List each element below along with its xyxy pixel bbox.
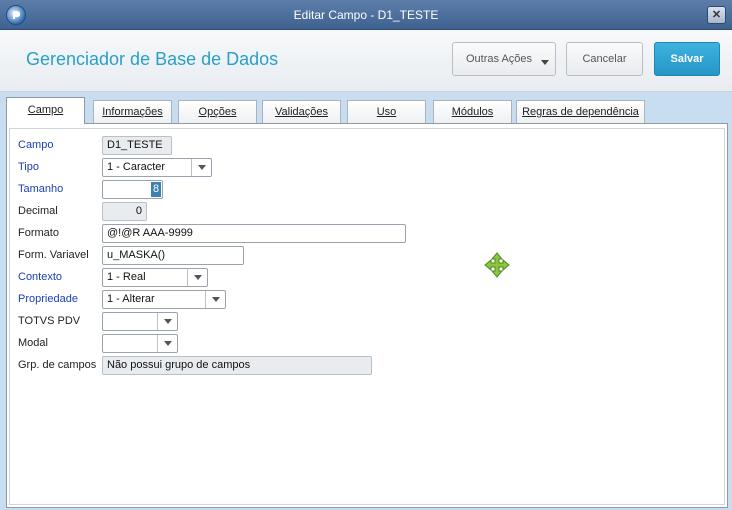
propriedade-select[interactable]: 1 - Alterar: [102, 290, 226, 309]
cancel-button[interactable]: Cancelar: [566, 42, 643, 76]
more-actions-button[interactable]: Outras Ações: [452, 42, 556, 76]
page-title: Gerenciador de Base de Dados: [26, 49, 279, 69]
move-cursor-icon: [484, 252, 510, 278]
tab-validacoes[interactable]: Validações: [262, 100, 341, 123]
form-area: Campo D1_TESTE Tipo 1 - Caracter Tamanho…: [9, 128, 725, 505]
chevron-down-icon: [541, 60, 549, 65]
form-variavel-input[interactable]: u_MASKA(): [102, 246, 244, 265]
tipo-value: 1 - Caracter: [107, 161, 166, 173]
propriedade-label: Propriedade: [18, 293, 78, 305]
modal-label: Modal: [18, 337, 48, 349]
close-icon[interactable]: ✕: [707, 6, 726, 24]
tamanho-value: 8: [151, 182, 161, 197]
window-title: Editar Campo - D1_TESTE: [293, 8, 439, 22]
tipo-label: Tipo: [18, 161, 39, 173]
campo-label: Campo: [18, 139, 54, 151]
campo-field: D1_TESTE: [102, 136, 172, 155]
contexto-value: 1 - Real: [107, 271, 146, 283]
formato-label: Formato: [18, 227, 59, 239]
chevron-down-icon[interactable]: [187, 269, 207, 286]
chevron-down-icon[interactable]: [157, 335, 177, 352]
modal-select[interactable]: [102, 334, 178, 353]
save-button[interactable]: Salvar: [654, 42, 720, 76]
form-variavel-label: Form. Variavel: [18, 249, 89, 261]
tamanho-input[interactable]: 8: [102, 180, 163, 199]
decimal-label: Decimal: [18, 205, 58, 217]
decimal-field: 0: [102, 202, 147, 221]
tab-informacoes[interactable]: Informações: [93, 100, 172, 123]
tab-campo[interactable]: Campo: [6, 97, 85, 124]
tab-opcoes[interactable]: Opções: [178, 100, 257, 123]
propriedade-value: 1 - Alterar: [107, 293, 155, 305]
grp-campos-label: Grp. de campos: [18, 359, 97, 371]
totvs-pdv-label: TOTVS PDV: [18, 315, 81, 327]
tamanho-label: Tamanho: [18, 183, 64, 195]
grp-campos-field: Não possui grupo de campos: [102, 356, 372, 375]
chevron-down-icon[interactable]: [191, 159, 211, 176]
tab-panel-campo: Campo D1_TESTE Tipo 1 - Caracter Tamanho…: [6, 123, 728, 508]
totvs-pdv-select[interactable]: [102, 312, 178, 331]
chevron-down-icon[interactable]: [157, 313, 177, 330]
tab-regras-dependencia[interactable]: Regras de dependência: [516, 100, 645, 123]
chevron-down-icon[interactable]: [205, 291, 225, 308]
more-actions-label: Outras Ações: [466, 53, 533, 65]
tab-modulos[interactable]: Módulos: [433, 100, 512, 123]
tab-uso[interactable]: Uso: [347, 100, 426, 123]
tipo-select[interactable]: 1 - Caracter: [102, 158, 212, 177]
header: Gerenciador de Base de Dados Outras Açõe…: [0, 30, 732, 92]
tab-bar: Campo Informações Opções Validações Uso …: [6, 97, 728, 124]
title-bar: Editar Campo - D1_TESTE ✕: [0, 0, 732, 30]
contexto-select[interactable]: 1 - Real: [102, 268, 208, 287]
contexto-label: Contexto: [18, 271, 63, 283]
formato-input[interactable]: @!@R AAA-9999: [102, 224, 406, 243]
